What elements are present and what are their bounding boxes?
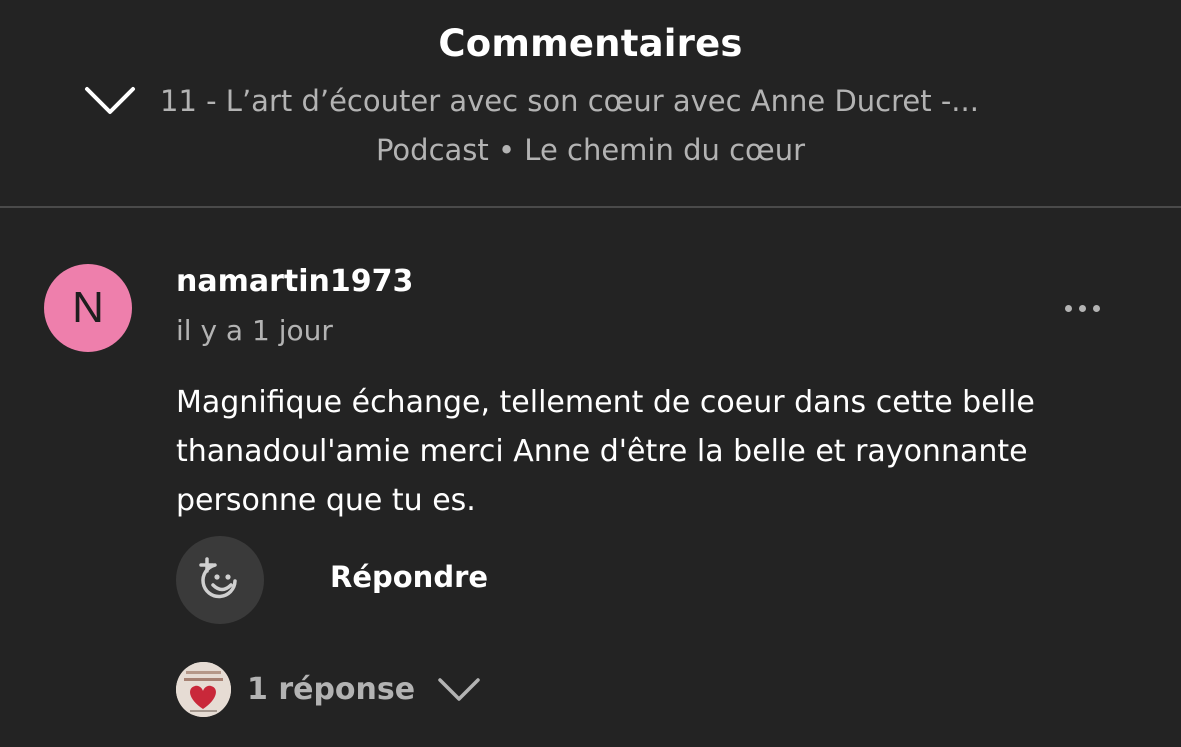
more-options-icon <box>1092 304 1100 312</box>
reply-author-avatar <box>176 661 231 717</box>
comment-username[interactable]: namartin1973 <box>176 264 413 299</box>
more-options-icon <box>1064 304 1072 312</box>
header-divider <box>0 206 1181 208</box>
comment-timestamp: il y a 1 jour <box>176 314 333 347</box>
podcast-cover-image <box>176 661 231 717</box>
page-title: Commentaires <box>438 22 743 65</box>
episode-title: 11 - L’art d’écouter avec son cœur avec … <box>160 84 979 118</box>
view-replies-toggle[interactable]: 1 réponse <box>176 660 481 718</box>
add-reaction-icon <box>199 557 237 599</box>
collapse-button[interactable] <box>80 78 140 122</box>
comments-header: Commentaires 11 - L’art d’écouter avec s… <box>0 0 1181 207</box>
avatar[interactable]: N <box>44 264 132 352</box>
podcast-subtitle: Podcast • Le chemin du cœur <box>375 133 806 167</box>
more-options-icon <box>1078 304 1086 312</box>
chevron-down-icon <box>438 678 480 701</box>
comment-text: Magnifique échange, tellement de coeur d… <box>176 385 1035 518</box>
reply-button[interactable]: Répondre <box>330 560 488 594</box>
replies-chevron <box>437 675 481 703</box>
chevron-down-icon <box>85 87 135 114</box>
add-reaction-button[interactable] <box>176 536 264 624</box>
more-options-button[interactable] <box>1054 294 1110 322</box>
replies-count-label: 1 réponse <box>247 671 416 707</box>
